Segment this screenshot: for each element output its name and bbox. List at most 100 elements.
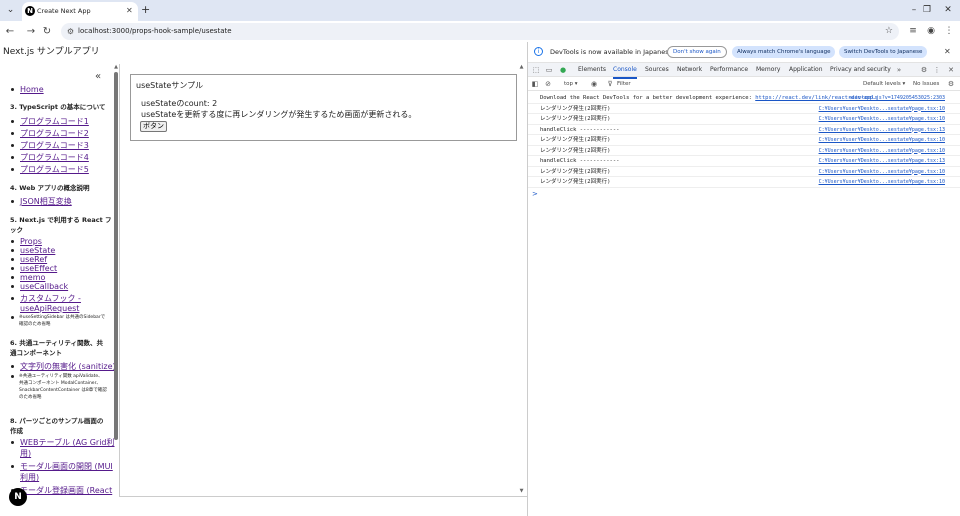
tab-performance[interactable]: Performance — [710, 63, 748, 77]
collapse-sidebar-icon[interactable]: « — [90, 70, 106, 84]
sidebar-note: のため省略 — [19, 395, 42, 400]
sidebar-heading-section8-cont: 作成 — [10, 427, 23, 435]
sidebar-link-code5[interactable]: プログラムコード5 — [20, 164, 89, 175]
more-tabs-chevron-icon[interactable]: » — [894, 65, 904, 75]
source-link[interactable]: C:¥Users¥user¥Deskto...sestate¥page.tsx:… — [819, 135, 945, 145]
profile-icon[interactable]: ◉ — [925, 25, 937, 38]
media-control-icon[interactable]: ≡ — [907, 25, 919, 38]
list-bullet — [11, 249, 14, 252]
sidebar-note: ※共通ユーティリティ関数 apiValidate、 — [19, 374, 103, 379]
infobar-close-icon[interactable]: ✕ — [944, 46, 951, 58]
tab-elements[interactable]: Elements — [578, 63, 606, 77]
console-settings-gear-icon[interactable]: ⚙ — [946, 79, 956, 89]
extension-icon[interactable]: ● — [558, 65, 568, 75]
browser-tab[interactable]: N Create Next App ✕ — [22, 2, 138, 21]
sidebar-link-home[interactable]: Home — [20, 84, 44, 95]
address-bar[interactable]: ⚙ localhost:3000/props-hook-sample/usest… — [61, 23, 899, 40]
back-arrow-icon[interactable]: ← — [4, 25, 16, 38]
issues-counter[interactable]: No Issues — [913, 77, 939, 91]
tab-close-icon[interactable]: ✕ — [126, 5, 133, 17]
list-bullet — [11, 258, 14, 261]
inspect-element-icon[interactable]: ⬚ — [531, 65, 541, 75]
list-bullet — [11, 132, 14, 135]
sidebar-scroll-thumb[interactable] — [114, 72, 118, 440]
list-bullet — [11, 365, 14, 368]
page-scrollbar[interactable]: ▲ ▼ — [518, 64, 525, 496]
devtools-close-icon[interactable]: ✕ — [946, 65, 956, 75]
sidebar-toggle-icon[interactable]: ◧ — [530, 79, 540, 89]
source-link[interactable]: C:¥Users¥user¥Deskto...sestate¥page.tsx:… — [819, 104, 945, 114]
sidebar-link-custom-hook-cont[interactable]: useApiRequest — [20, 303, 79, 314]
source-link[interactable]: C:¥Users¥user¥Deskto...sestate¥page.tsx:… — [819, 125, 945, 135]
switch-language-button[interactable]: Switch DevTools to Japanese — [839, 46, 928, 58]
tab-privacy-security[interactable]: Privacy and security — [830, 63, 891, 77]
tab-application[interactable]: Application — [789, 63, 823, 77]
source-link[interactable]: C:¥Users¥user¥Deskto...sestate¥page.tsx:… — [819, 167, 945, 177]
source-link[interactable]: main-app.js?v=1749205453025:2303 — [849, 93, 945, 103]
sidebar-link-webtable[interactable]: WEBテーブル (AG Grid利 — [20, 437, 115, 448]
increment-button[interactable]: ボタン — [140, 121, 167, 132]
console-prompt[interactable]: > — [532, 189, 538, 199]
scroll-up-icon[interactable]: ▲ — [518, 64, 525, 70]
tab-sources[interactable]: Sources — [645, 63, 669, 77]
kebab-menu-icon[interactable]: ⋮ — [943, 25, 955, 38]
sidebar-link-code3[interactable]: プログラムコード3 — [20, 140, 89, 151]
dont-show-again-button[interactable]: Don't show again — [667, 46, 727, 58]
reload-icon[interactable]: ↻ — [41, 25, 53, 38]
sidebar-heading-section5: 5. Next.js で利用する React フ — [10, 216, 112, 224]
new-tab-plus-icon[interactable]: + — [141, 3, 150, 17]
tab-list-chevron-icon[interactable]: ⌄ — [4, 4, 17, 17]
sidebar-link-code1[interactable]: プログラムコード1 — [20, 116, 89, 127]
sidebar-link-modal-register[interactable]: モーダル登録画面 (React — [20, 485, 112, 496]
restore-icon[interactable]: ❐ — [920, 3, 934, 17]
devtools-tabbar: ⬚ ▭ ● Elements Console Sources Network P… — [528, 63, 960, 79]
minimize-icon[interactable]: – — [907, 3, 921, 17]
bookmark-star-icon[interactable]: ☆ — [885, 25, 893, 38]
list-bullet — [11, 144, 14, 147]
scroll-down-icon[interactable]: ▼ — [518, 488, 525, 494]
log-levels-dropdown[interactable]: Default levels ▾ — [863, 77, 905, 91]
console-message: handleClick ------------ — [540, 126, 620, 133]
sidebar-link-webtable-cont[interactable]: 用) — [20, 448, 31, 459]
tab-network[interactable]: Network — [677, 63, 702, 77]
sidebar-link-modal-cont[interactable]: 利用) — [20, 472, 39, 483]
source-link[interactable]: C:¥Users¥user¥Deskto...sestate¥page.tsx:… — [819, 177, 945, 187]
main-divider — [119, 64, 120, 496]
tab-memory[interactable]: Memory — [756, 63, 780, 77]
site-info-icon[interactable]: ⚙ — [65, 26, 76, 37]
card-title: useStateサンプル — [136, 81, 204, 90]
sidebar-link-usecallback[interactable]: useCallback — [20, 281, 68, 292]
console-message-text: Download the React DevTools for a better… — [540, 95, 756, 101]
source-link[interactable]: C:¥Users¥user¥Deskto...sestate¥page.tsx:… — [819, 114, 945, 124]
browser-toolbar: ← → ↻ ⚙ localhost:3000/props-hook-sample… — [0, 21, 960, 42]
usestate-sample-card: useStateサンプル useStateのcount: 2 useStateを… — [130, 74, 517, 141]
sidebar-link-sanitize[interactable]: 文字列の無害化 (sanitize) — [20, 361, 116, 372]
settings-gear-icon[interactable]: ⚙ — [919, 65, 929, 75]
sidebar-heading-section6-cont: 通コンポーネント — [10, 349, 62, 357]
clear-console-icon[interactable]: ⊘ — [543, 79, 553, 89]
console-log-row: レンダリング発生(2回実行) C:¥Users¥user¥Deskto...se… — [528, 167, 960, 177]
sidebar-link-code4[interactable]: プログラムコード4 — [20, 152, 89, 163]
sidebar-link-json[interactable]: JSON相互変換 — [20, 196, 72, 207]
page-viewport: Next.js サンプルアプリ « Home 3. TypeScript の基本… — [0, 42, 527, 516]
devtools-kebab-icon[interactable]: ⋮ — [932, 65, 942, 75]
nextjs-dev-badge-icon[interactable]: N — [9, 488, 27, 506]
context-selector[interactable]: top ▾ — [564, 77, 578, 91]
sidebar-link-code2[interactable]: プログラムコード2 — [20, 128, 89, 139]
filter-input[interactable]: Filter — [617, 77, 631, 91]
match-language-button[interactable]: Always match Chrome's language — [732, 46, 836, 58]
sidebar-link-modal[interactable]: モーダル画面の開閉 (MUI — [20, 461, 113, 472]
console-log-row: handleClick ------------ C:¥Users¥user¥D… — [528, 156, 960, 167]
sidebar: « Home 3. TypeScript の基本について プログラムコード1 プ… — [0, 64, 119, 496]
count-label: useStateのcount: 2 — [141, 99, 218, 108]
url-text[interactable]: localhost:3000/props-hook-sample/usestat… — [78, 25, 232, 38]
source-link[interactable]: C:¥Users¥user¥Deskto...sestate¥page.tsx:… — [819, 156, 945, 166]
sidebar-heading-section5-cont: ック — [10, 226, 23, 234]
console-toolbar: ◧ ⊘ top ▾ ◉ ⊽ Filter Default levels ▾ No… — [528, 77, 960, 91]
sidebar-heading-section4: 4. Web アプリの概念説明 — [10, 184, 90, 192]
live-expression-eye-icon[interactable]: ◉ — [589, 79, 599, 89]
window-close-icon[interactable]: ✕ — [941, 3, 955, 17]
source-link[interactable]: C:¥Users¥user¥Deskto...sestate¥page.tsx:… — [819, 146, 945, 156]
forward-arrow-icon[interactable]: → — [25, 25, 37, 38]
device-toolbar-icon[interactable]: ▭ — [544, 65, 554, 75]
